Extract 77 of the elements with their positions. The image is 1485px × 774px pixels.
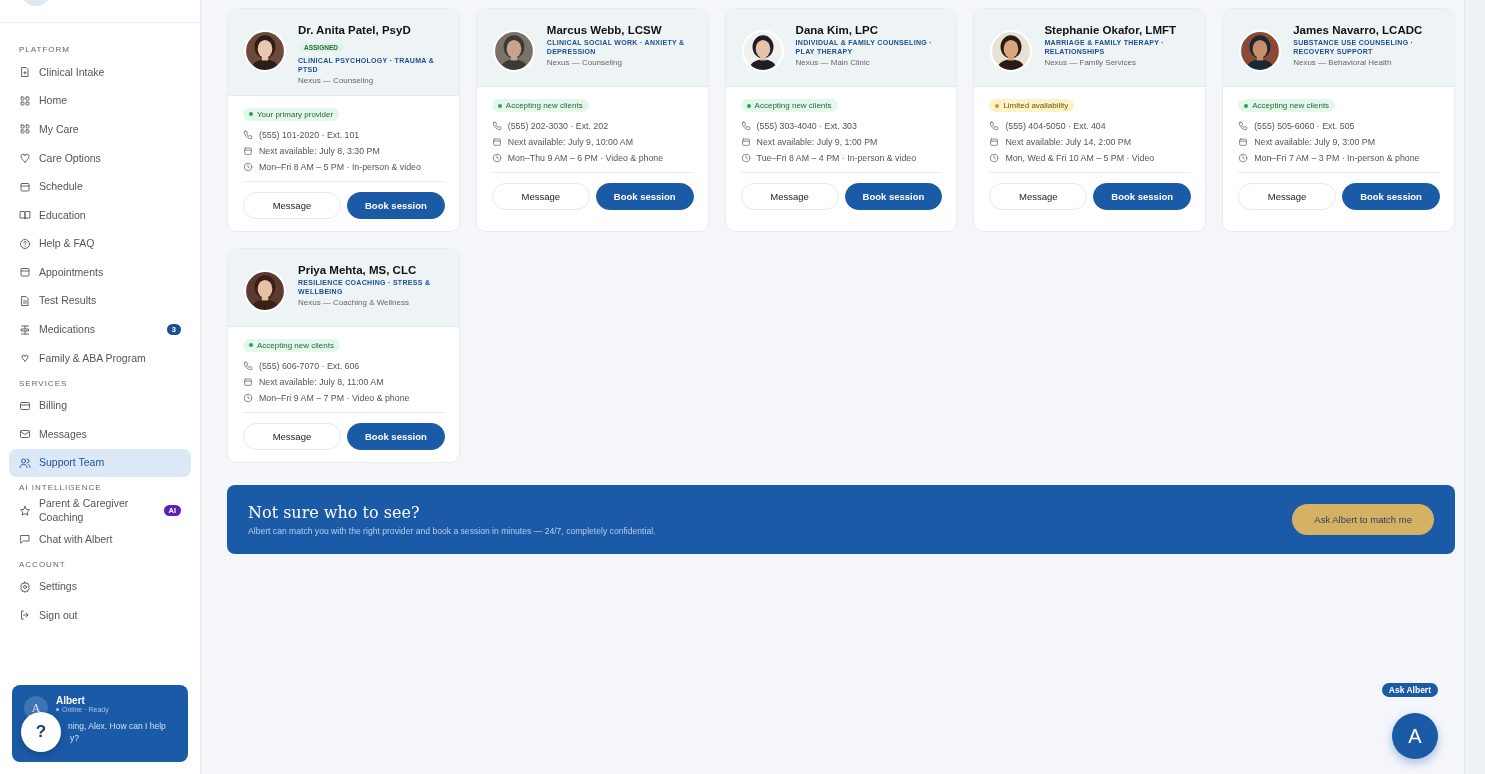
organization: Nexus — Family Services bbox=[1044, 57, 1137, 67]
next-available: Next available: July 8, 11:00 AM bbox=[259, 376, 384, 387]
organization: Nexus — Coaching & Wellness bbox=[298, 297, 410, 307]
section-label: ACCOUNT bbox=[18, 559, 67, 569]
book-session-button[interactable]: Book session bbox=[1342, 183, 1440, 210]
book-session-button[interactable]: Book session bbox=[595, 183, 694, 210]
next-available: Next available: July 14, 2:00 PM bbox=[1005, 137, 1132, 147]
phone-number: (555) 202-3030 · Ext. 202 bbox=[507, 121, 609, 131]
provider-name: James Navarro, LCADC bbox=[1293, 24, 1424, 36]
next-available: Next available: July 8, 3:30 PM bbox=[259, 145, 380, 156]
ask-albert-label[interactable]: Ask Albert bbox=[1381, 683, 1438, 697]
nav-item[interactable]: Messages bbox=[9, 420, 191, 449]
provider-name: Stephanie Okafor, LMFT bbox=[1044, 24, 1178, 36]
nav-item[interactable]: My Care bbox=[9, 115, 191, 144]
message-button[interactable]: Message bbox=[740, 183, 839, 210]
nav-item[interactable]: Chat with Albert bbox=[9, 524, 191, 554]
provider-name: Priya Mehta, MS, CLC bbox=[298, 263, 418, 276]
status-pill: Accepting new clients bbox=[491, 99, 589, 112]
assistant-button[interactable]: A bbox=[1392, 713, 1438, 759]
match-button[interactable]: Ask Albert to match me bbox=[1292, 503, 1434, 535]
nav-item[interactable]: Settings bbox=[9, 572, 191, 602]
next-available: Next available: July 9, 3:00 PM bbox=[1254, 137, 1375, 147]
next-available: Next available: July 9, 10:00 AM bbox=[507, 137, 633, 147]
organization: Nexus — Counseling bbox=[298, 75, 375, 85]
nav-item[interactable]: Care Options bbox=[9, 143, 191, 173]
provider-name: Marcus Webb, LCSW bbox=[546, 24, 663, 36]
phone-number: (555) 606-7070 · Ext. 606 bbox=[259, 360, 360, 371]
nav-item[interactable]: Test Results bbox=[9, 286, 191, 316]
book-session-button[interactable]: Book session bbox=[844, 183, 943, 210]
book-session-button[interactable]: Book session bbox=[346, 191, 445, 219]
nav-item[interactable]: Help & FAQ bbox=[9, 229, 191, 259]
office-hours: Mon–Fri 7 AM – 3 PM · In-person & phone bbox=[1254, 153, 1420, 163]
nav-item[interactable]: Support Team bbox=[9, 448, 191, 478]
book-session-button[interactable]: Book session bbox=[1093, 183, 1192, 210]
banner-title: Not sure who to see? bbox=[248, 502, 421, 522]
provider-name: Dana Kim, LPC bbox=[795, 24, 880, 36]
next-available: Next available: July 9, 1:00 PM bbox=[756, 137, 878, 147]
status-pill: Limited availability bbox=[989, 99, 1075, 112]
book-session-button[interactable]: Book session bbox=[346, 422, 445, 450]
nav-item[interactable]: Sign out bbox=[9, 601, 191, 630]
section-label: SERVICES bbox=[18, 378, 69, 388]
organization: Nexus — Main Clinic bbox=[795, 57, 871, 67]
message-button[interactable]: Message bbox=[243, 422, 341, 450]
office-hours: Mon, Wed & Fri 10 AM – 5 PM · Video bbox=[1005, 153, 1155, 163]
message-button[interactable]: Message bbox=[243, 191, 341, 219]
nav-item[interactable]: Appointments bbox=[9, 258, 191, 287]
status-pill: Accepting new clients bbox=[1238, 99, 1336, 112]
nav-item[interactable]: Schedule bbox=[9, 172, 191, 201]
organization: Nexus — Behavioral Health bbox=[1293, 57, 1393, 67]
phone-number: (555) 505-6060 · Ext. 505 bbox=[1254, 121, 1355, 131]
provider-name: Dr. Anita Patel, PsyD bbox=[298, 24, 412, 36]
status-pill: Accepting new clients bbox=[740, 99, 838, 112]
nav-item[interactable]: Home bbox=[9, 86, 191, 116]
phone-number: (555) 404-5050 · Ext. 404 bbox=[1005, 121, 1106, 131]
nav-item[interactable]: Billing bbox=[9, 391, 191, 421]
section-label: AI INTELLIGENCE bbox=[18, 483, 103, 493]
message-button[interactable]: Message bbox=[491, 183, 590, 210]
organization: Nexus — Counseling bbox=[546, 57, 623, 67]
message-button[interactable]: Message bbox=[989, 183, 1088, 210]
status-pill: Your primary provider bbox=[243, 107, 340, 121]
phone-number: (555) 303-4040 · Ext. 303 bbox=[756, 121, 857, 131]
nav-item[interactable]: Clinical Intake bbox=[9, 58, 191, 87]
office-hours: Tue–Fri 8 AM – 4 PM · In-person & video bbox=[756, 153, 917, 163]
assistant-name: Albert bbox=[56, 695, 86, 706]
help-button[interactable]: ? bbox=[21, 712, 61, 752]
office-hours: Mon–Fri 8 AM – 5 PM · In-person & video bbox=[259, 161, 421, 172]
greeting-text: ning, Alex. How can I help bbox=[68, 721, 167, 731]
office-hours: Mon–Thu 9 AM – 6 PM · Video & phone bbox=[507, 153, 664, 163]
phone-number: (555) 101-2020 · Ext. 101 bbox=[259, 129, 360, 140]
greeting-text: y? bbox=[70, 733, 80, 743]
nav-item[interactable]: Education bbox=[9, 200, 191, 230]
nav-item[interactable]: Family & ABA Program bbox=[9, 343, 191, 373]
status-pill: Accepting new clients bbox=[243, 338, 340, 352]
office-hours: Mon–Fri 9 AM – 7 PM · Video & phone bbox=[259, 392, 410, 403]
message-button[interactable]: Message bbox=[1238, 183, 1337, 210]
section-label: PLATFORM bbox=[18, 45, 71, 54]
banner-text: Albert can match you with the right provider and book a session in minutes — 24/7, completely confidential. bbox=[248, 525, 656, 536]
